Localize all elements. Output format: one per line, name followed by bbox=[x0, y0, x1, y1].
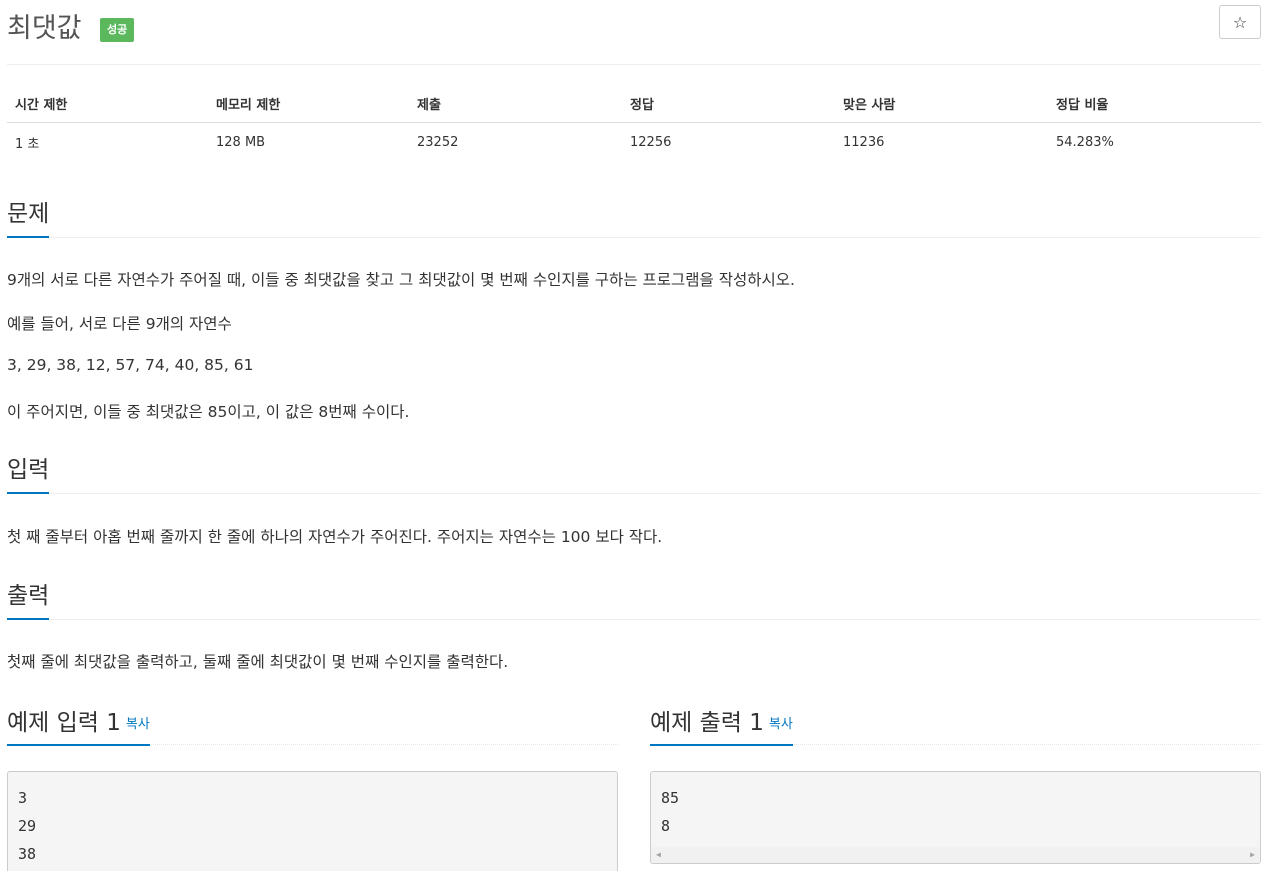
info-ratio: 54.283% bbox=[1056, 135, 1114, 150]
info-submissions: 23252 bbox=[417, 135, 459, 150]
problem-page: 최댓값 성공 ☆ 시간 제한 메모리 제한 제출 정답 맞은 사람 정답 비율 … bbox=[7, 0, 1261, 871]
sample-input-header: 예제 입력 1 복사 bbox=[7, 703, 618, 746]
scroll-right-arrow-icon[interactable]: ▶ bbox=[1250, 850, 1255, 860]
info-header-accepted: 정답 bbox=[622, 84, 835, 123]
horizontal-scrollbar[interactable]: ◀ ▶ bbox=[651, 847, 1260, 863]
sample-output-box[interactable]: 85 8 ◀ ▶ bbox=[650, 771, 1261, 864]
sample-output-title: 예제 출력 1 bbox=[650, 710, 764, 736]
copy-sample-input-link[interactable]: 복사 bbox=[126, 717, 150, 732]
info-header-submissions: 제출 bbox=[409, 84, 622, 123]
input-description: 첫 째 줄부터 아홉 번째 줄까지 한 줄에 하나의 자연수가 주어진다. 주어… bbox=[7, 528, 663, 546]
info-time-limit: 1 초 bbox=[15, 137, 40, 152]
title-row: 최댓값 성공 ☆ bbox=[7, 0, 1261, 65]
problem-paragraph: 예를 들어, 서로 다른 9개의 자연수 bbox=[7, 315, 232, 333]
info-accepted: 12256 bbox=[630, 135, 672, 150]
sample-output-line: 85 bbox=[661, 789, 680, 807]
sample-output-heading: 예제 출력 1 복사 bbox=[650, 703, 793, 746]
problem-section-title: 문제 bbox=[7, 194, 50, 238]
sample-input-section: 예제 입력 1 복사 3 29 38 bbox=[7, 703, 618, 871]
input-section-title: 입력 bbox=[7, 450, 50, 494]
output-description: 첫째 줄에 최댓값을 출력하고, 둘째 줄에 최댓값이 몇 번째 수인지를 출력… bbox=[7, 653, 509, 671]
info-solved-users: 11236 bbox=[843, 135, 885, 150]
output-section-title: 출력 bbox=[7, 576, 50, 620]
info-header-solved-users: 맞은 사람 bbox=[835, 84, 1048, 123]
problem-section-header: 문제 bbox=[7, 194, 1261, 238]
sample-input-line: 3 bbox=[18, 789, 28, 807]
input-section-header: 입력 bbox=[7, 450, 1261, 494]
star-icon: ☆ bbox=[1232, 13, 1248, 32]
sample-input-line: 38 bbox=[18, 845, 37, 863]
output-section-header: 출력 bbox=[7, 576, 1261, 620]
scroll-left-arrow-icon[interactable]: ◀ bbox=[656, 850, 661, 860]
sample-output-section: 예제 출력 1 복사 85 8 ◀ ▶ bbox=[650, 703, 1261, 864]
problem-title: 최댓값 bbox=[7, 13, 82, 44]
sample-input-box[interactable]: 3 29 38 bbox=[7, 771, 618, 871]
problem-paragraph: 이 주어지면, 이들 중 최댓값은 85이고, 이 값은 8번째 수이다. bbox=[7, 403, 410, 421]
info-header-time-limit: 시간 제한 bbox=[7, 84, 208, 123]
copy-sample-output-link[interactable]: 복사 bbox=[769, 717, 793, 732]
info-header-memory-limit: 메모리 제한 bbox=[208, 84, 409, 123]
problem-paragraph: 3, 29, 38, 12, 57, 74, 40, 85, 61 bbox=[7, 356, 254, 374]
problem-paragraph: 9개의 서로 다른 자연수가 주어질 때, 이들 중 최댓값을 찾고 그 최댓값… bbox=[7, 271, 795, 289]
favorite-button[interactable]: ☆ bbox=[1219, 5, 1261, 39]
info-header-ratio: 정답 비율 bbox=[1048, 84, 1261, 123]
sample-output-line: 8 bbox=[661, 817, 671, 835]
problem-info-table: 시간 제한 메모리 제한 제출 정답 맞은 사람 정답 비율 1 초 128 M… bbox=[7, 84, 1261, 161]
info-header-row: 시간 제한 메모리 제한 제출 정답 맞은 사람 정답 비율 bbox=[7, 84, 1261, 123]
sample-input-heading: 예제 입력 1 복사 bbox=[7, 703, 150, 746]
sample-input-title: 예제 입력 1 bbox=[7, 710, 121, 736]
info-value-row: 1 초 128 MB 23252 12256 11236 54.283% bbox=[7, 123, 1261, 162]
success-badge: 성공 bbox=[100, 18, 135, 42]
sample-output-header: 예제 출력 1 복사 bbox=[650, 703, 1261, 746]
sample-input-line: 29 bbox=[18, 817, 37, 835]
info-memory-limit: 128 MB bbox=[216, 135, 266, 150]
